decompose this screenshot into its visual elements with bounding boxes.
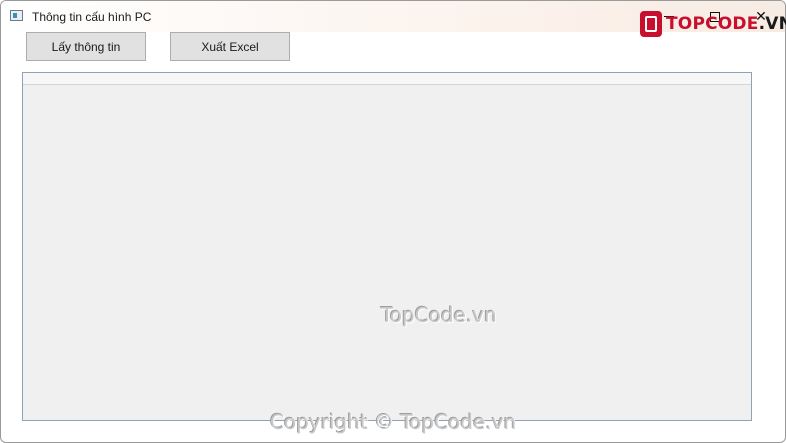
export-excel-button[interactable]: Xuất Excel	[170, 32, 290, 61]
logo-brand: TOPCODE	[666, 14, 759, 34]
grid-header	[23, 73, 751, 85]
get-info-button[interactable]: Lấy thông tin	[26, 32, 146, 61]
logo-text: TOPCODE.VN	[666, 14, 786, 34]
watermark-center: TopCode.vn	[381, 303, 497, 327]
data-grid[interactable]	[22, 72, 752, 421]
app-window: Thông tin cấu hình PC ✕ Lấy thông tin Xu…	[0, 0, 786, 443]
logo-domain: .VN	[758, 14, 786, 34]
watermark-copyright: Copyright © TopCode.vn	[270, 410, 517, 434]
app-icon	[10, 10, 23, 21]
topcode-logo: TOPCODE.VN	[640, 11, 786, 37]
window-title: Thông tin cấu hình PC	[32, 10, 152, 24]
topcode-logo-icon	[640, 11, 662, 37]
